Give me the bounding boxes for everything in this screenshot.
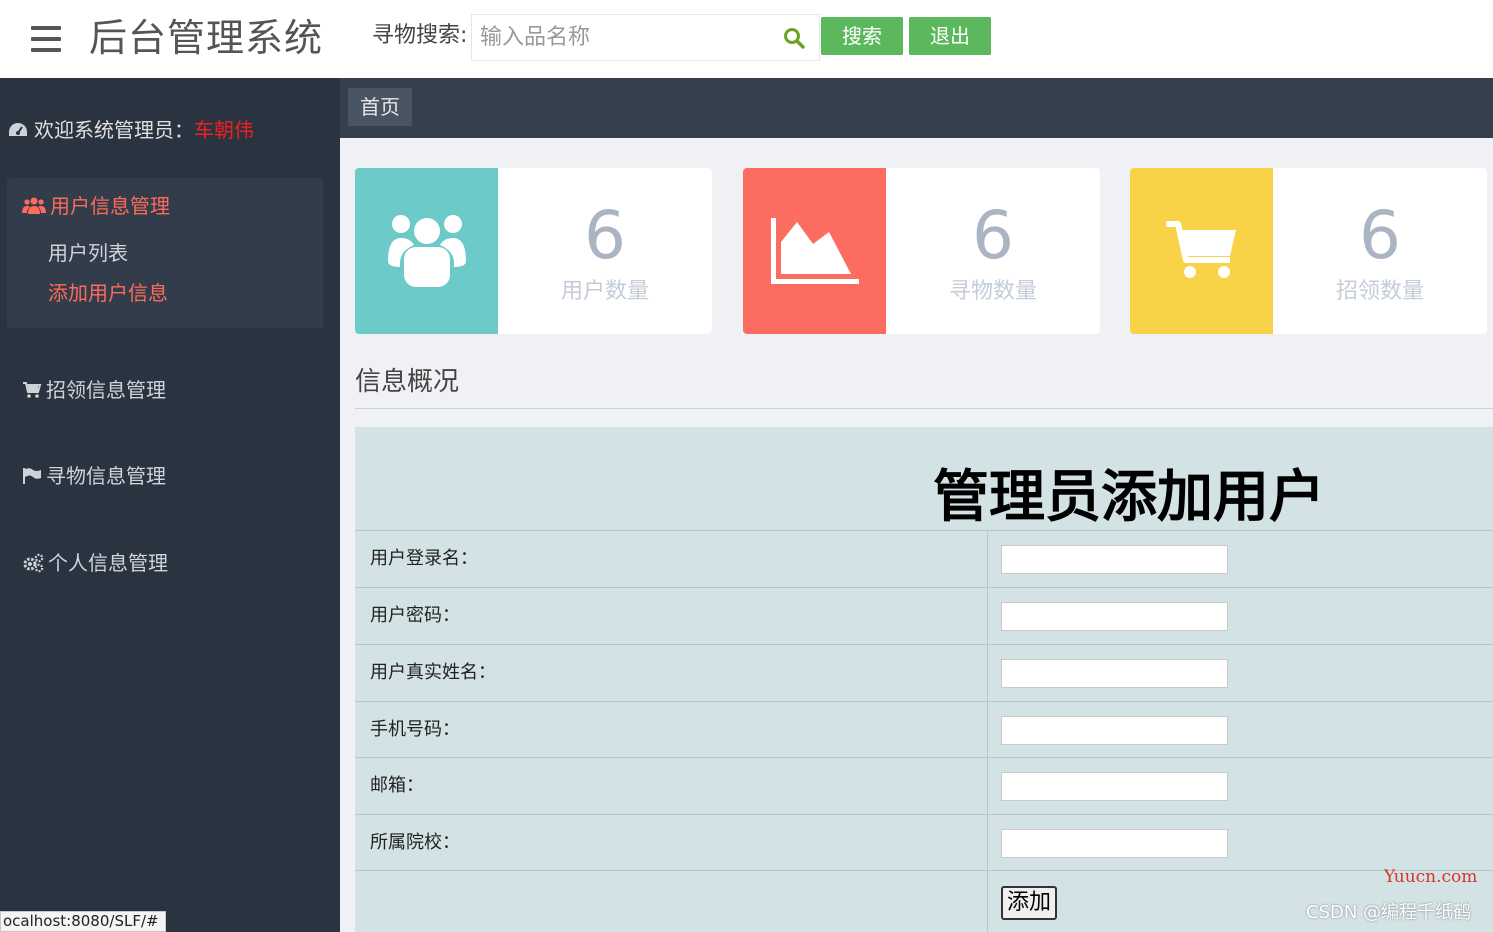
menu-toggle-icon[interactable] xyxy=(31,26,61,52)
stat-icon-block xyxy=(743,168,886,334)
logout-button[interactable]: 退出 xyxy=(909,17,991,55)
search-box xyxy=(471,14,820,61)
app-title: 后台管理系统 xyxy=(89,16,324,60)
field-label: 邮箱： xyxy=(370,775,424,796)
phone-input[interactable] xyxy=(1001,716,1228,745)
form-row-username: 用户登录名： xyxy=(355,530,1493,587)
stat-icon-block xyxy=(355,168,498,334)
nav-profile-management-label: 个人信息管理 xyxy=(48,551,168,575)
section-divider xyxy=(355,408,1493,409)
form-heading: 管理员添加用户 xyxy=(933,465,1325,530)
watermark-csdn: CSDN @编程千纸鹤 xyxy=(1306,902,1472,923)
nav-profile-management[interactable]: 个人信息管理 xyxy=(22,549,168,577)
breadcrumb-home[interactable]: 首页 xyxy=(348,88,412,126)
form-row-realname: 用户真实姓名： xyxy=(355,644,1493,701)
nav-user-management[interactable]: 用户信息管理 xyxy=(22,192,170,220)
top-bar: 后台管理系统 寻物搜索: 搜索 退出 xyxy=(0,0,1493,78)
gears-icon xyxy=(23,553,44,573)
column-divider xyxy=(987,645,988,701)
area-chart-icon xyxy=(770,218,859,284)
form-row-school: 所属院校： xyxy=(355,814,1493,871)
stat-value: 6 xyxy=(1359,197,1401,274)
welcome-prefix: 欢迎系统管理员： xyxy=(34,118,194,142)
nav-claim-management[interactable]: 招领信息管理 xyxy=(22,376,166,404)
column-divider xyxy=(987,702,988,758)
column-divider xyxy=(987,871,988,932)
username-input[interactable] xyxy=(1001,545,1228,574)
nav-lost-management[interactable]: 寻物信息管理 xyxy=(22,462,166,490)
field-label: 手机号码： xyxy=(370,719,460,740)
users-icon xyxy=(387,215,466,287)
stat-icon-block xyxy=(1130,168,1273,334)
search-icon[interactable] xyxy=(783,27,805,49)
field-label: 所属院校： xyxy=(370,832,460,853)
form-row-phone: 手机号码： xyxy=(355,701,1493,758)
column-divider xyxy=(987,531,988,587)
search-label: 寻物搜索: xyxy=(372,23,468,48)
column-divider xyxy=(987,758,988,814)
section-title: 信息概况 xyxy=(355,367,460,397)
sidebar: 欢迎系统管理员： 车朝伟 用户信息管理 用户列表 添加用户信息 招领信息管理 寻物… xyxy=(0,78,340,932)
column-divider xyxy=(987,588,988,644)
nav-add-user[interactable]: 添加用户信息 xyxy=(48,279,168,307)
nav-claim-management-label: 招领信息管理 xyxy=(46,378,166,402)
email-input[interactable] xyxy=(1001,772,1228,801)
search-input[interactable] xyxy=(472,15,772,60)
column-divider xyxy=(987,815,988,871)
stat-value: 6 xyxy=(584,197,626,274)
stat-label: 用户数量 xyxy=(560,279,649,304)
dashboard-icon xyxy=(9,123,27,136)
stat-card-users: 6 用户数量 xyxy=(355,168,712,334)
add-user-form: 管理员添加用户 用户登录名： 用户密码： 用户真实姓名： 手机号码： 邮箱： 所… xyxy=(355,427,1493,932)
field-label: 用户密码： xyxy=(370,605,460,626)
password-input[interactable] xyxy=(1001,602,1228,631)
nav-user-list[interactable]: 用户列表 xyxy=(48,239,128,267)
breadcrumb-bar: 首页 xyxy=(340,78,1493,138)
watermark-site: Yuucn.com xyxy=(1384,867,1478,887)
nav-lost-management-label: 寻物信息管理 xyxy=(46,464,166,488)
stat-value: 6 xyxy=(972,197,1014,274)
users-icon xyxy=(22,197,46,214)
form-row-email: 邮箱： xyxy=(355,757,1493,814)
cart-icon xyxy=(23,382,42,398)
nav-user-management-label: 用户信息管理 xyxy=(50,194,170,218)
field-label: 用户真实姓名： xyxy=(370,662,496,683)
search-button[interactable]: 搜索 xyxy=(821,17,903,55)
stat-label: 招领数量 xyxy=(1335,279,1424,304)
add-button[interactable]: 添加 xyxy=(1001,886,1058,920)
status-bar-url: ocalhost:8080/SLF/# xyxy=(0,911,166,932)
stat-card-lost: 6 寻物数量 xyxy=(743,168,1100,334)
shopping-cart-icon xyxy=(1165,221,1236,278)
field-label: 用户登录名： xyxy=(370,548,478,569)
form-row-password: 用户密码： xyxy=(355,587,1493,644)
stat-label: 寻物数量 xyxy=(948,279,1037,304)
realname-input[interactable] xyxy=(1001,659,1228,688)
flag-icon xyxy=(23,468,41,484)
welcome-message: 欢迎系统管理员： 车朝伟 xyxy=(8,116,254,144)
school-input[interactable] xyxy=(1001,829,1228,858)
welcome-user-name: 车朝伟 xyxy=(194,118,254,142)
stat-card-claim: 6 招领数量 xyxy=(1130,168,1487,334)
